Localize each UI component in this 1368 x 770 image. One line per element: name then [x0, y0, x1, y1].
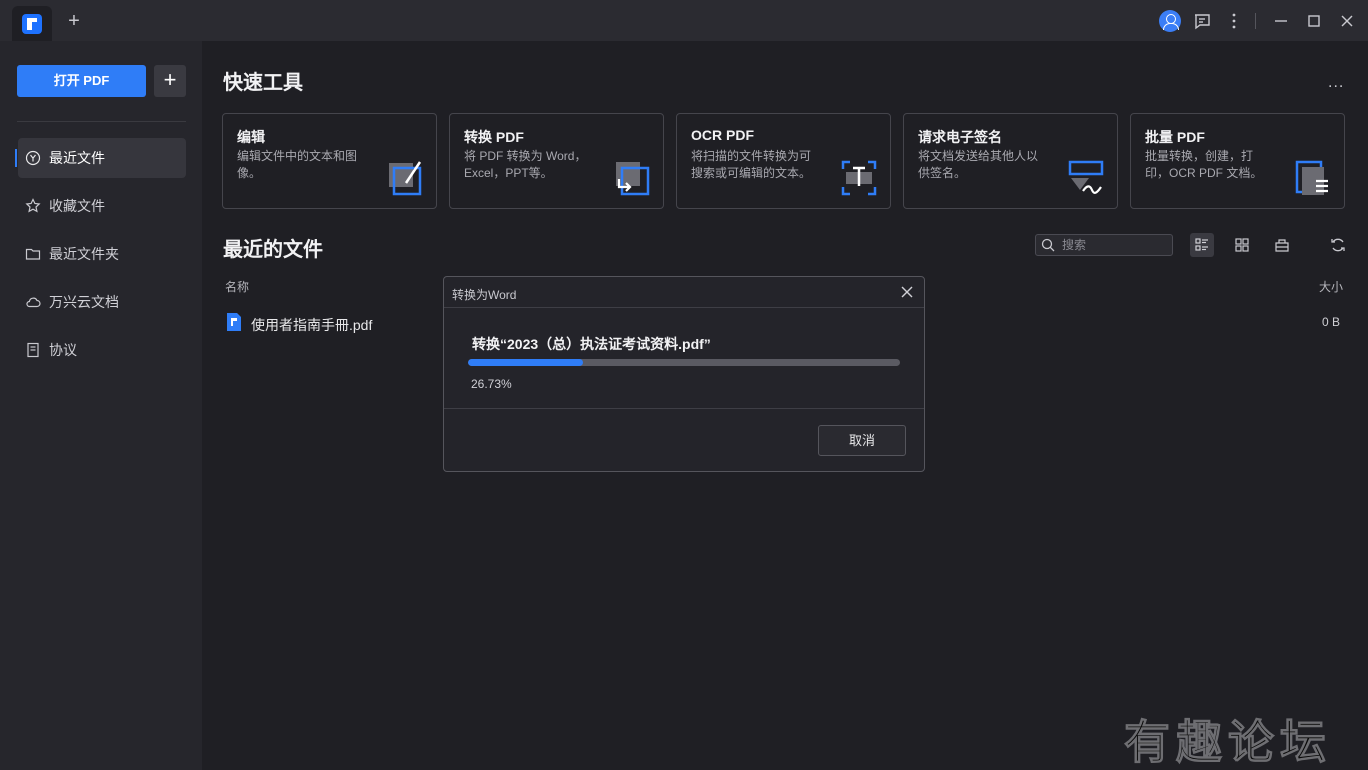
tool-card-title: 批量 PDF: [1145, 129, 1205, 145]
tool-card-title: 编辑: [237, 129, 265, 145]
convert-dialog: 转换为Word 转换“2023（总）执法证考试资料.pdf” 26.73% 取消: [443, 276, 925, 472]
sidebar-item-label: 协议: [49, 342, 77, 358]
minimize-icon[interactable]: [1270, 10, 1292, 32]
titlebar-separator: [1255, 13, 1256, 29]
grid-view-button[interactable]: [1230, 233, 1254, 257]
close-window-icon[interactable]: [1336, 10, 1358, 32]
refresh-icon: [1331, 238, 1345, 252]
star-icon: [25, 198, 41, 213]
dialog-title: 转换为Word: [452, 288, 517, 302]
signature-tool-icon: [1068, 160, 1104, 194]
sidebar-divider: [17, 121, 186, 122]
sidebar-item-label: 收藏文件: [49, 198, 105, 214]
converting-file-text: 转换“2023（总）执法证考试资料.pdf”: [472, 336, 711, 352]
tool-card-batch[interactable]: 批量 PDF 批量转换，创建，打印，OCR PDF 文档。: [1130, 113, 1345, 209]
tool-card-title: 转换 PDF: [464, 129, 524, 145]
active-indicator: [15, 149, 17, 167]
feedback-icon[interactable]: [1191, 10, 1213, 32]
watermark-logo: 有趣论坛: [1124, 715, 1332, 770]
progress-fill: [468, 359, 584, 366]
progress-bar: [468, 359, 900, 366]
maximize-icon[interactable]: [1303, 10, 1325, 32]
ocr-tool-icon: [841, 160, 877, 196]
cloud-icon: [26, 297, 41, 308]
pdf-file-icon: [227, 313, 241, 331]
dialog-divider: [444, 408, 924, 409]
tool-card-edit[interactable]: 编辑 编辑文件中的文本和图像。: [222, 113, 437, 209]
search-box: [1035, 234, 1173, 256]
file-name[interactable]: 使用者指南手冊.pdf: [251, 315, 372, 335]
sidebar-item-agreements[interactable]: 协议: [18, 330, 186, 370]
more-options-button[interactable]: ...: [1328, 74, 1344, 92]
tool-card-esign[interactable]: 请求电子签名 将文档发送给其他人以供签名。: [903, 113, 1118, 209]
sidebar-item-label: 最近文件: [49, 150, 105, 166]
menu-kebab-icon[interactable]: [1223, 10, 1245, 32]
title-bar: +: [0, 0, 1368, 41]
app-logo-icon: [22, 14, 42, 34]
sidebar-item-recent-folders[interactable]: 最近文件夹: [18, 234, 186, 274]
refresh-button[interactable]: [1326, 233, 1350, 257]
column-header-name[interactable]: 名称: [225, 278, 249, 295]
close-icon[interactable]: [900, 285, 914, 299]
tool-card-description: 将文档发送给其他人以供签名。: [918, 149, 1039, 180]
quick-tools-title: 快速工具: [223, 72, 303, 94]
sidebar-item-cloud-docs[interactable]: 万兴云文档: [18, 282, 186, 322]
batch-tool-icon: [1295, 160, 1328, 195]
column-header-size[interactable]: 大小: [1319, 278, 1343, 295]
recent-icon: [25, 150, 41, 166]
tool-card-description: 编辑文件中的文本和图像。: [237, 149, 358, 180]
sidebar-item-label: 万兴云文档: [49, 294, 119, 310]
tool-card-description: 将扫描的文件转换为可搜索或可编辑的文本。: [691, 149, 812, 180]
search-input[interactable]: [1062, 237, 1167, 253]
tool-card-title: OCR PDF: [691, 127, 754, 143]
sidebar: 打开 PDF + 最近文件 收藏文件 最近文件夹 万兴云文档 协议: [0, 41, 202, 770]
dialog-header: 转换为Word: [444, 277, 924, 308]
clean-icon: [1275, 239, 1289, 252]
create-new-button[interactable]: +: [154, 65, 186, 97]
tool-card-description: 将 PDF 转换为 Word，Excel，PPT等。: [464, 149, 587, 180]
recent-files-title: 最近的文件: [223, 239, 323, 261]
cancel-button[interactable]: 取消: [818, 425, 906, 456]
open-pdf-button[interactable]: 打开 PDF: [17, 65, 146, 97]
app-tab[interactable]: [12, 6, 52, 41]
document-icon: [27, 342, 39, 358]
tool-card-description: 批量转换，创建，打印，OCR PDF 文档。: [1145, 149, 1263, 180]
tool-card-ocr[interactable]: OCR PDF 将扫描的文件转换为可搜索或可编辑的文本。: [676, 113, 891, 209]
folder-icon: [25, 248, 41, 260]
grid-view-icon: [1235, 238, 1249, 252]
tool-card-convert[interactable]: 转换 PDF 将 PDF 转换为 Word，Excel，PPT等。: [449, 113, 664, 209]
edit-tool-icon: [389, 161, 422, 196]
list-view-icon: [1195, 238, 1208, 251]
clear-history-button[interactable]: [1270, 233, 1294, 257]
sidebar-item-label: 最近文件夹: [49, 246, 119, 262]
convert-tool-icon: [616, 162, 650, 196]
search-icon: [1041, 238, 1055, 252]
list-view-button[interactable]: [1190, 233, 1214, 257]
sidebar-item-recent-files[interactable]: 最近文件: [15, 138, 186, 178]
sidebar-item-favorites[interactable]: 收藏文件: [18, 186, 186, 226]
new-tab-button[interactable]: +: [64, 11, 84, 31]
progress-percent: 26.73%: [471, 377, 512, 391]
file-size: 0 B: [1322, 315, 1341, 329]
user-avatar-icon[interactable]: [1159, 10, 1181, 32]
tool-card-title: 请求电子签名: [918, 129, 1002, 145]
